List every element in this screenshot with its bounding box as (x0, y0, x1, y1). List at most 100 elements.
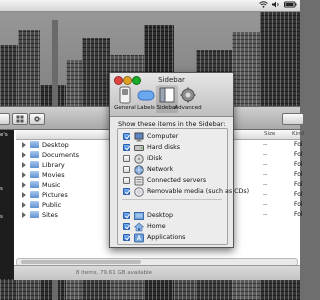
wifi-icon[interactable] (259, 1, 268, 8)
file-kind: Fol (294, 191, 303, 198)
kind-column-header[interactable]: Kind (292, 131, 304, 137)
sidebar-pref-item[interactable]: Network (123, 165, 225, 175)
pref-item-label: Connected servers (147, 177, 207, 184)
checkbox[interactable] (123, 144, 130, 151)
file-name: Pictures (42, 191, 68, 199)
file-name: Public (42, 201, 62, 209)
sidebar-icon (159, 87, 175, 103)
checkbox[interactable] (123, 234, 130, 241)
file-kind: Fol (294, 181, 303, 188)
file-kind: Fol (294, 211, 303, 218)
label-icon (137, 90, 155, 101)
file-size: -- (263, 171, 268, 178)
checkbox[interactable] (123, 188, 130, 195)
disclosure-triangle-icon[interactable] (22, 182, 26, 188)
search-field[interactable] (282, 113, 304, 125)
sidebar-pref-item[interactable]: Removable media (such as CDs) (123, 187, 249, 197)
pref-item-label: Network (147, 166, 174, 173)
speaker-icon[interactable] (272, 1, 280, 8)
home-icon (133, 222, 145, 232)
file-name: Music (42, 181, 61, 189)
file-kind: Fol (294, 141, 303, 148)
folder-icon (30, 191, 39, 198)
file-name: Library (42, 161, 65, 169)
desktop-icon (134, 211, 144, 221)
folder-icon (30, 151, 39, 158)
file-size: -- (263, 201, 268, 208)
file-name: Sites (42, 211, 58, 219)
checkbox[interactable] (123, 212, 130, 219)
folder-icon (30, 201, 39, 208)
pref-item-label: Removable media (such as CDs) (147, 188, 250, 195)
disclosure-triangle-icon[interactable] (22, 212, 26, 218)
sidebar-item-label[interactable]: e's (0, 132, 14, 138)
sidebar-pref-item[interactable]: Home (123, 222, 225, 232)
disclosure-triangle-icon[interactable] (22, 152, 26, 158)
menu-status-area (259, 1, 297, 8)
sidebar-pref-item[interactable]: Applications (123, 233, 225, 243)
status-text: 8 items, 79.61 GB available (75, 270, 153, 276)
file-size: -- (263, 181, 268, 188)
icon-view-button[interactable] (12, 113, 28, 125)
sidebar-items-heading: Show these items in the Sidebar: (118, 120, 226, 128)
file-name: Movies (42, 171, 65, 179)
sidebar-pref-item[interactable]: Hard disks (123, 143, 225, 153)
computer-icon (134, 132, 144, 142)
pref-item-label: Desktop (147, 212, 173, 219)
hard-disk-icon (134, 143, 144, 153)
checkbox[interactable] (123, 223, 130, 230)
file-name: Desktop (42, 141, 69, 149)
checkbox[interactable] (123, 133, 130, 140)
gear-icon (180, 87, 196, 103)
action-menu-button[interactable] (29, 113, 45, 125)
sidebar-item-label[interactable]: s (0, 214, 14, 220)
network-icon (134, 165, 144, 175)
tab-label: Advanced (174, 105, 202, 111)
checkbox[interactable] (123, 155, 130, 162)
folder-icon (30, 211, 39, 218)
scrollbar-thumb[interactable] (21, 260, 141, 264)
tab-advanced[interactable]: Advanced (174, 85, 202, 113)
file-kind: Fol (294, 151, 303, 158)
grid-icon (16, 115, 24, 123)
sidebar-items-group: Computer Hard disks iDisk Network Connected … (117, 128, 249, 245)
applications-icon (134, 233, 144, 243)
status-bar: 8 items, 79.61 GB available (14, 265, 300, 280)
file-kind: Fol (294, 201, 303, 208)
cd-icon (134, 187, 144, 197)
sidebar-pref-item[interactable]: Computer (123, 132, 225, 142)
battery-icon[interactable] (284, 1, 297, 8)
menu-bar (0, 0, 300, 12)
idisk-icon (134, 154, 144, 164)
finder-sidebar: e's s s (0, 130, 14, 279)
file-size: -- (263, 141, 268, 148)
disclosure-triangle-icon[interactable] (22, 172, 26, 178)
checkbox[interactable] (123, 177, 130, 184)
pref-item-label: Hard disks (147, 144, 181, 151)
file-size: -- (263, 211, 268, 218)
file-name: Documents (42, 151, 80, 159)
file-size: -- (263, 151, 268, 158)
file-size: -- (263, 191, 268, 198)
disclosure-triangle-icon[interactable] (22, 142, 26, 148)
separator (122, 199, 222, 200)
sidebar-pref-item[interactable]: Desktop (123, 211, 225, 221)
checkbox[interactable] (123, 166, 130, 173)
disclosure-triangle-icon[interactable] (22, 192, 26, 198)
folder-icon (30, 141, 39, 148)
preferences-titlebar: Sidebar General Labels Sidebar Advanced (110, 73, 233, 117)
pref-item-label: Home (147, 223, 166, 230)
file-kind: Fol (294, 171, 303, 178)
view-list-button[interactable] (0, 113, 10, 125)
pref-item-label: iDisk (147, 155, 163, 162)
file-size: -- (263, 161, 268, 168)
size-column-header[interactable]: Size (264, 131, 275, 137)
disclosure-triangle-icon[interactable] (22, 162, 26, 168)
sidebar-pref-item[interactable]: iDisk (123, 154, 225, 164)
disclosure-triangle-icon[interactable] (22, 202, 26, 208)
pref-item-label: Computer (147, 133, 179, 140)
file-kind: Fol (294, 161, 303, 168)
window-title: Sidebar (158, 76, 185, 84)
sidebar-pref-item[interactable]: Connected servers (123, 176, 225, 186)
sidebar-item-label[interactable]: s (0, 186, 14, 192)
